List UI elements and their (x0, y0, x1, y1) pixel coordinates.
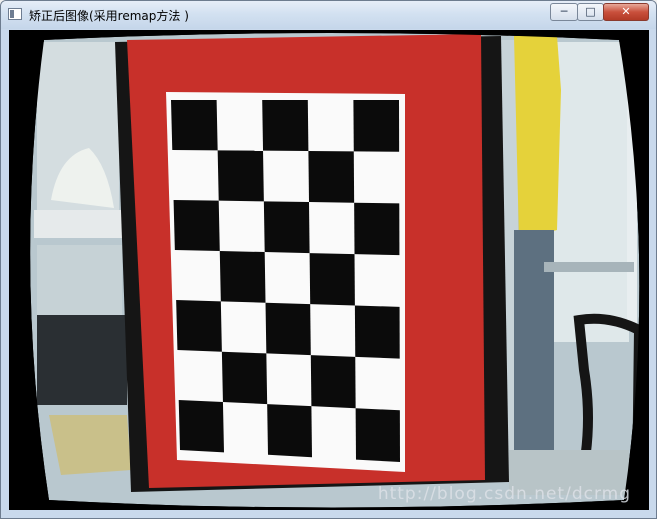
undistorted-image-view: http://blog.csdn.net/dcrmg (9, 30, 649, 510)
chessboard-square (221, 351, 268, 405)
maximize-button[interactable]: □ (577, 3, 604, 21)
left-table (37, 315, 127, 405)
watermark-text: http://blog.csdn.net/dcrmg (377, 484, 631, 504)
app-window: 矫正后图像(采用remap方法 ) ─ □ ✕ http://blog.csdn… (0, 0, 657, 519)
left-shelf (34, 210, 124, 238)
chessboard-square (178, 400, 224, 453)
camera-image (9, 30, 649, 510)
chessboard-square (176, 300, 222, 352)
close-icon: ✕ (621, 5, 631, 18)
chessboard-square (263, 201, 310, 254)
window-app-icon[interactable] (8, 8, 22, 20)
chessboard-square (171, 100, 218, 151)
minimize-icon: ─ (560, 5, 568, 18)
maximize-icon: □ (585, 5, 596, 18)
chessboard-square (354, 202, 400, 256)
chessboard-square (309, 253, 355, 306)
chessboard-square (217, 150, 264, 202)
window-title: 矫正后图像(采用remap方法 ) (29, 9, 189, 23)
chessboard-square (265, 302, 311, 356)
minimize-button[interactable]: ─ (550, 3, 578, 21)
close-button[interactable]: ✕ (603, 3, 649, 21)
yellow-pattern-object (49, 415, 131, 475)
chessboard-square (310, 355, 356, 409)
chessboard-square (355, 408, 400, 462)
chessboard-square (173, 200, 220, 252)
title-bar[interactable]: 矫正后图像(采用remap方法 ) ─ □ ✕ (1, 1, 656, 29)
chessboard-square (219, 251, 266, 303)
chessboard-square (353, 100, 400, 152)
chessboard-square (267, 404, 312, 458)
chessboard-square (262, 100, 309, 152)
chessboard-square (308, 151, 355, 203)
chessboard-square (354, 305, 400, 359)
left-cabinet (37, 245, 122, 315)
yellow-jacket (514, 36, 561, 240)
pipe (544, 262, 634, 272)
